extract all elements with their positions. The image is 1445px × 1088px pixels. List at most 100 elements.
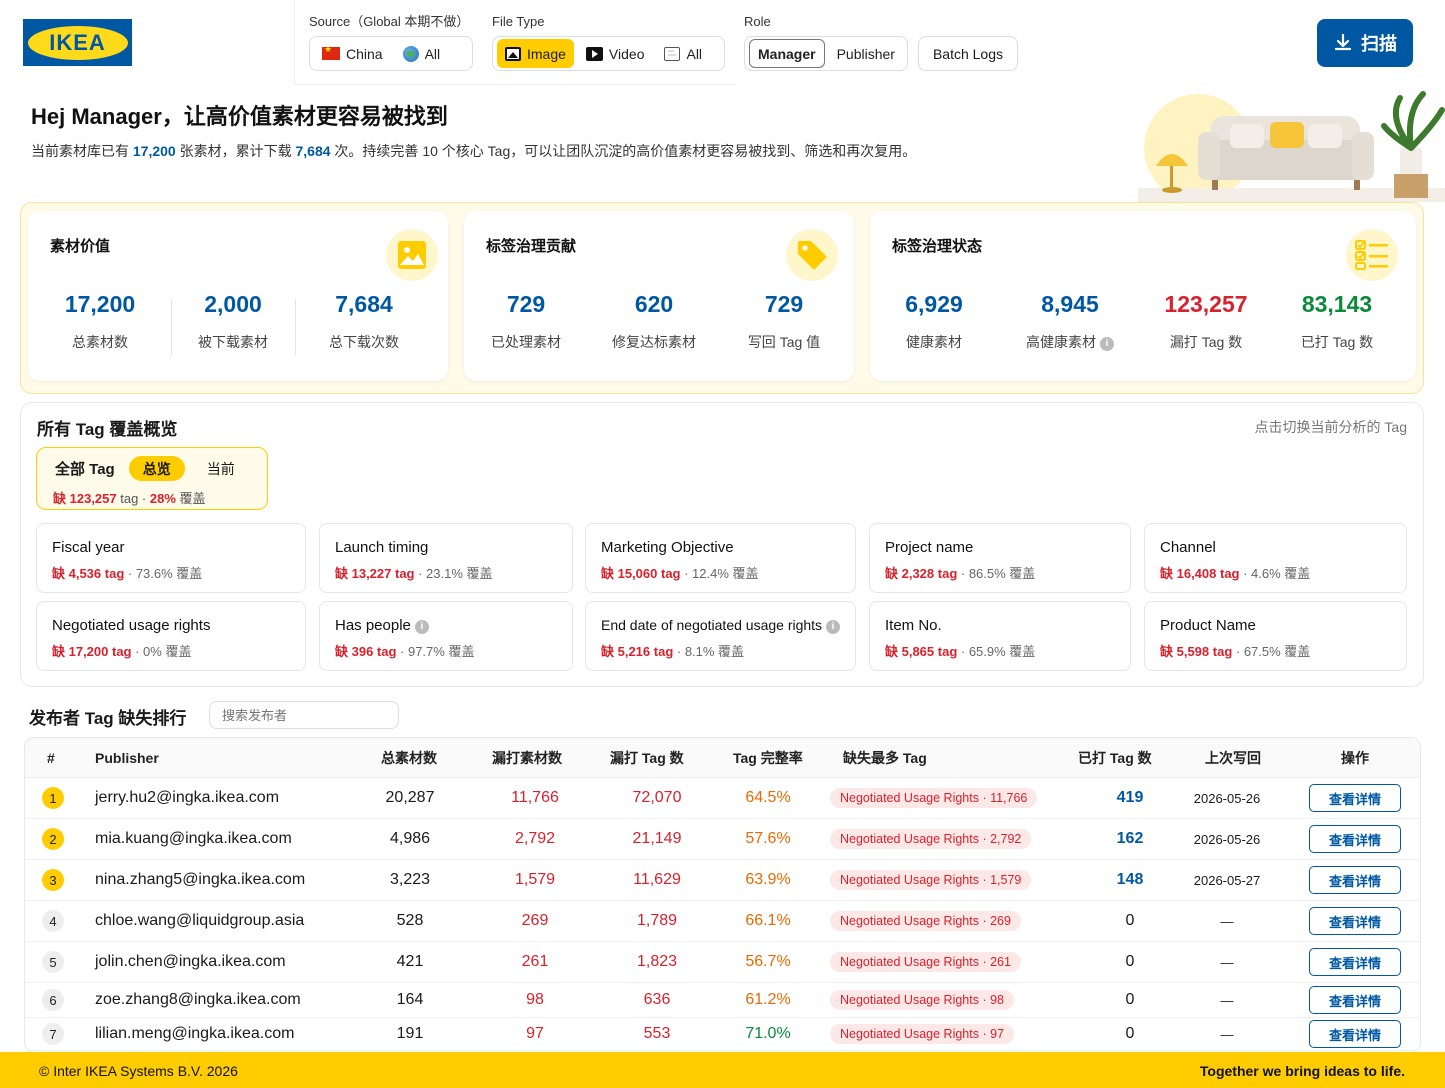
video-icon	[585, 46, 603, 61]
stat-total-assets: 17,200 总素材数	[64, 291, 136, 350]
view-details-button[interactable]: 查看详情	[1309, 948, 1401, 976]
rank-badge: 7	[42, 1023, 64, 1045]
last-writeback: —	[1220, 992, 1234, 1008]
tagged-count: 0	[1125, 912, 1135, 929]
publisher-email[interactable]: mia.kuang@ingka.ikea.com	[95, 819, 365, 859]
stat-writeback-values: 729 写回 Tag 值	[747, 291, 821, 350]
gallery-icon	[664, 46, 681, 61]
publisher-search-input[interactable]	[209, 701, 399, 729]
page-title: Hej Manager，让高价值素材更容易被找到	[31, 104, 448, 129]
tag-card-launch-timing[interactable]: Launch timing 缺 13,227 tag · 23.1% 覆盖	[319, 523, 573, 593]
all-tag-card[interactable]: 全部 Tag 总览 当前 缺 123,257 tag · 28% 覆盖	[36, 447, 268, 510]
col-publisher[interactable]: Publisher	[95, 738, 159, 778]
top-missing-tag-pill: Negotiated Usage Rights · 1,579	[830, 870, 1032, 890]
tag-card-fiscal-year[interactable]: Fiscal year 缺 4,536 tag · 73.6% 覆盖	[36, 523, 306, 593]
total-assets: 164	[396, 991, 424, 1008]
tab-current[interactable]: 当前	[193, 456, 249, 481]
col-tagged[interactable]: 已打 Tag 数	[1078, 738, 1152, 778]
filetype-filter: File Type Image Video All	[492, 14, 725, 71]
publisher-ranking-table: # Publisher 总素材数 漏打素材数 漏打 Tag 数 Tag 完整率 …	[24, 737, 1421, 1053]
info-icon[interactable]: i	[1100, 337, 1114, 351]
table-row: 1 jerry.hu2@ingka.ikea.com 20,287 11,766 72,…	[25, 778, 1420, 819]
completeness-rate: 64.5%	[745, 789, 791, 806]
tag-card-marketing-objective[interactable]: Marketing Objective 缺 15,060 tag · 12.4%…	[585, 523, 856, 593]
last-writeback: 2026-05-26	[1193, 790, 1261, 806]
role-filter: Role Manager Publisher Batch Logs	[744, 14, 1019, 71]
missing-assets: 98	[526, 991, 544, 1008]
tag-card-product-name[interactable]: Product Name 缺 5,598 tag · 67.5% 覆盖	[1144, 601, 1407, 671]
source-label: Source（Global 本期不做）	[309, 14, 470, 29]
rank-badge: 1	[42, 787, 64, 809]
completeness-rate: 61.2%	[745, 991, 791, 1008]
last-writeback: —	[1220, 913, 1234, 929]
publisher-email[interactable]: lilian.meng@ingka.ikea.com	[95, 1018, 365, 1050]
filetype-image-option[interactable]: Image	[497, 39, 574, 68]
total-assets-count: 17,200	[132, 143, 176, 159]
missing-assets: 261	[521, 953, 549, 970]
stat-missing-tags: 123,257 漏打 Tag 数	[1164, 291, 1248, 350]
download-icon	[1334, 33, 1352, 51]
ranking-title: 发布者 Tag 缺失排行	[29, 709, 187, 728]
view-details-button[interactable]: 查看详情	[1309, 825, 1401, 853]
publisher-email[interactable]: jerry.hu2@ingka.ikea.com	[95, 778, 365, 818]
source-china-option[interactable]: China	[314, 39, 391, 68]
tagline: Together we bring ideas to life.	[1199, 1063, 1405, 1079]
info-icon[interactable]: i	[414, 620, 429, 634]
tag-card-negotiated-usage-rights[interactable]: Negotiated usage rights 缺 17,200 tag · 0…	[36, 601, 306, 671]
table-row: 6 zoe.zhang8@ingka.ikea.com 164 98 636 61.2% N…	[25, 983, 1420, 1018]
view-details-button[interactable]: 查看详情	[1309, 1020, 1401, 1048]
sofa-illustration	[1138, 88, 1445, 202]
all-tag-summary: 缺 123,257 tag · 28% 覆盖	[53, 491, 206, 506]
role-publisher-option[interactable]: Publisher	[829, 39, 903, 68]
view-details-button[interactable]: 查看详情	[1309, 907, 1401, 935]
info-icon[interactable]: i	[826, 620, 841, 634]
col-last-writeback[interactable]: 上次写回	[1205, 738, 1261, 778]
publisher-email[interactable]: jolin.chen@ingka.ikea.com	[95, 942, 365, 982]
top-missing-tag-pill: Negotiated Usage Rights · 261	[830, 952, 1021, 972]
scan-button[interactable]: 扫描	[1317, 19, 1413, 67]
view-details-button[interactable]: 查看详情	[1309, 986, 1401, 1014]
publisher-email[interactable]: zoe.zhang8@ingka.ikea.com	[95, 983, 365, 1017]
view-details-button[interactable]: 查看详情	[1309, 866, 1401, 894]
rank-badge: 5	[42, 951, 64, 973]
tagged-count: 419	[1116, 789, 1144, 806]
filetype-all-option[interactable]: All	[656, 39, 710, 68]
missing-tags: 1,789	[636, 912, 678, 929]
view-details-button[interactable]: 查看详情	[1309, 784, 1401, 812]
tagged-count: 0	[1125, 1025, 1135, 1042]
last-writeback: —	[1220, 954, 1234, 970]
top-missing-cell: Negotiated Usage Rights · 11,766	[830, 778, 1050, 818]
col-missing-tags[interactable]: 漏打 Tag 数	[610, 738, 684, 778]
tag-card-channel[interactable]: Channel 缺 16,408 tag · 4.6% 覆盖	[1144, 523, 1407, 593]
table-row: 7 lilian.meng@ingka.ikea.com 191 97 553 71.0%…	[25, 1018, 1420, 1051]
total-assets: 20,287	[385, 789, 435, 806]
ikea-logo[interactable]: IKEA	[23, 19, 132, 66]
tag-card-end-date-usage-rights[interactable]: End date of negotiated usage rights i 缺 5…	[585, 601, 856, 671]
tag-card-project-name[interactable]: Project name 缺 2,328 tag · 86.5% 覆盖	[869, 523, 1131, 593]
copyright: © Inter IKEA Systems B.V. 2026	[39, 1063, 238, 1079]
top-bar: IKEA Source（Global 本期不做） China All File …	[0, 0, 1445, 88]
role-manager-option[interactable]: Manager	[749, 39, 825, 68]
stat-total-downloads: 7,684 总下载次数	[329, 291, 399, 350]
tab-overview[interactable]: 总览	[128, 456, 185, 481]
total-downloads-count: 7,684	[295, 143, 331, 159]
missing-tags: 11,629	[633, 871, 681, 888]
asset-value-card: 素材价值 17,200 总素材数 2,000 被下载素材 7,684 总下载次数	[28, 211, 448, 381]
col-missing-assets[interactable]: 漏打素材数	[492, 738, 562, 778]
tag-card-item-no[interactable]: Item No. 缺 5,865 tag · 65.9% 覆盖	[869, 601, 1131, 671]
publisher-email[interactable]: nina.zhang5@ingka.ikea.com	[95, 860, 365, 900]
top-missing-cell: Negotiated Usage Rights · 269	[830, 901, 1050, 941]
source-all-option[interactable]: All	[395, 39, 449, 68]
tag-card-has-people[interactable]: Has people i 缺 396 tag · 97.7% 覆盖	[319, 601, 573, 671]
col-completeness[interactable]: Tag 完整率	[733, 738, 803, 778]
top-missing-cell: Negotiated Usage Rights · 261	[830, 942, 1050, 982]
missing-assets: 269	[521, 912, 549, 929]
rank-badge: 2	[42, 828, 64, 850]
batch-logs-button[interactable]: Batch Logs	[917, 36, 1019, 71]
filetype-video-option[interactable]: Video	[578, 39, 653, 68]
publisher-email[interactable]: chloe.wang@liquidgroup.asia	[95, 901, 365, 941]
completeness-rate: 66.1%	[745, 912, 791, 929]
rank-cell: 7	[41, 1018, 65, 1050]
rank-cell: 1	[41, 778, 65, 818]
col-total[interactable]: 总素材数	[381, 738, 437, 778]
